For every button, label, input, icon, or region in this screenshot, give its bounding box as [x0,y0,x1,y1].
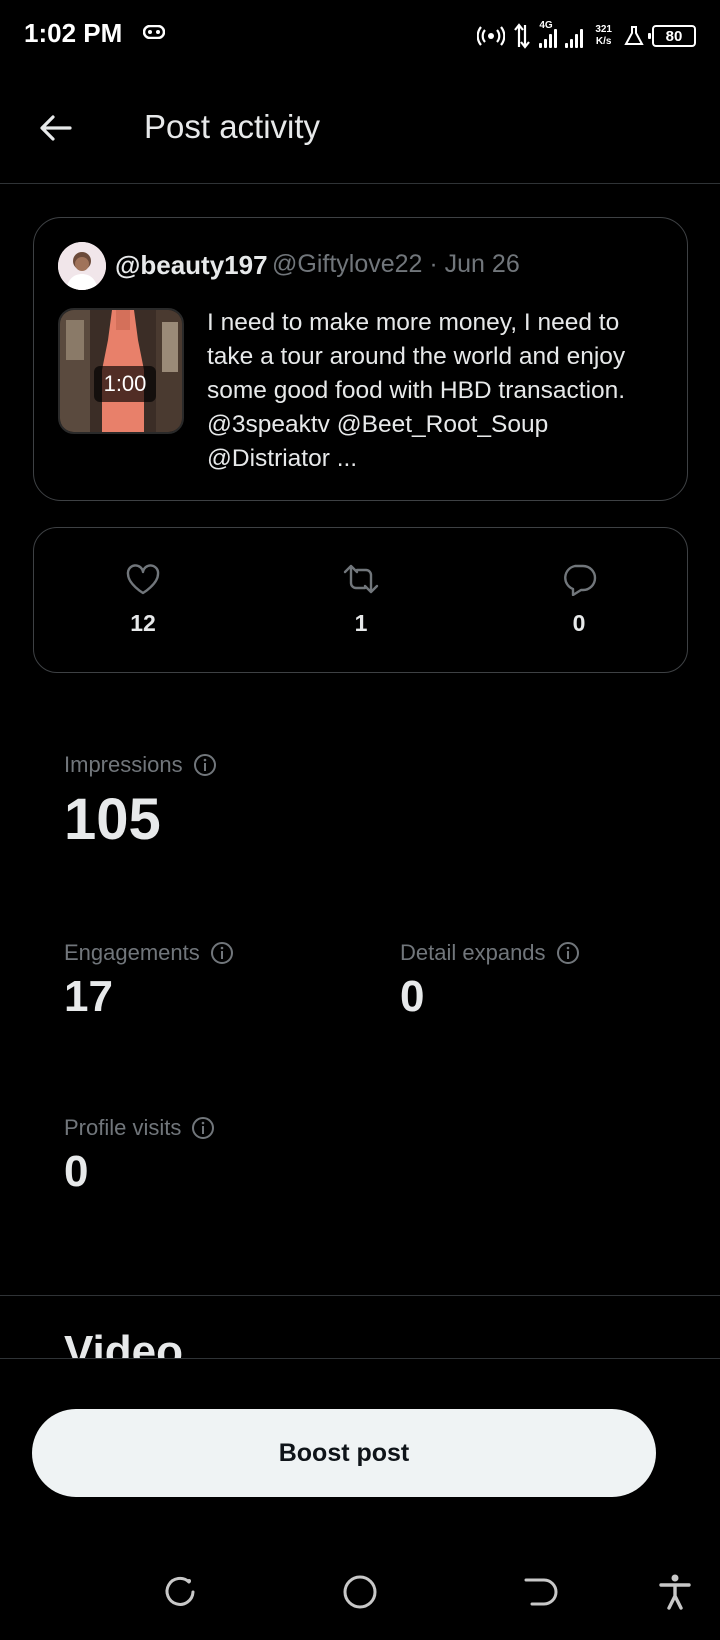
post-preview-card[interactable]: @beauty197 @Giftylove22 · Jun 26 1:00 I … [33,217,688,501]
status-time: 1:02 PM [24,18,123,48]
data-transfer-icon [514,23,531,49]
avatar[interactable] [58,242,106,290]
post-display-name[interactable]: @beauty197 [115,250,268,281]
detail-expands-value: 0 [400,972,425,1021]
system-nav-bar [0,1560,720,1640]
profile-visits-metric: Profile visits 0 [64,1115,215,1197]
bottom-bar-divider [0,1358,720,1359]
engagement-card: 12 1 0 [33,527,688,673]
info-icon[interactable] [556,941,580,965]
engagements-metric: Engagements 17 [64,940,234,1022]
detail-expands-label: Detail expands [400,940,580,966]
reply-icon [564,564,597,596]
post-text: I need to make more money, I need to tak… [207,309,626,472]
network-speed: 321 K/s [595,24,612,47]
boost-post-button[interactable]: Boost post [32,1409,656,1497]
page-title: Post activity [144,108,321,145]
impressions-value: 105 [64,787,161,852]
profile-visits-label: Profile visits [64,1115,215,1141]
replies-stat[interactable]: 0 [539,562,619,637]
section-divider [0,1295,720,1296]
recent-apps-icon[interactable] [160,1572,200,1612]
video-section-title: Video [64,1327,184,1358]
signal-icon: 4G [539,20,584,48]
info-icon[interactable] [191,1116,215,1140]
status-bar: 1:02 PM 4G 321 K/s 80 [0,0,720,72]
home-icon[interactable] [340,1572,380,1612]
impressions-label: Impressions [64,752,217,778]
reposts-count: 1 [354,610,368,636]
profile-visits-value: 0 [64,1147,89,1196]
impressions-metric: Impressions 105 [64,752,217,853]
network-type: 4G [539,20,553,31]
info-icon[interactable] [193,753,217,777]
reposts-stat[interactable]: 1 [321,562,401,637]
flask-icon [624,26,644,45]
detail-expands-metric: Detail expands 0 [400,940,580,1022]
engagements-value: 17 [64,972,113,1021]
back-nav-icon[interactable] [520,1572,560,1612]
post-handle-date: @Giftylove22 · Jun 26 [272,250,520,278]
battery-icon: 80 [648,25,696,47]
hotspot-icon [477,26,506,46]
engagements-label: Engagements [64,940,234,966]
video-thumbnail[interactable]: 1:00 [58,308,184,434]
replies-count: 0 [572,610,586,636]
repost-icon [343,564,379,594]
video-duration: 1:00 [94,366,156,402]
info-icon[interactable] [210,941,234,965]
top-app-bar: Post activity [0,72,720,184]
accessibility-icon[interactable] [655,1572,695,1612]
heart-icon [126,564,160,595]
likes-stat[interactable]: 12 [103,562,183,637]
arrow-left-icon[interactable] [36,108,76,148]
gamepad-icon [143,25,165,39]
likes-count: 12 [130,610,156,636]
